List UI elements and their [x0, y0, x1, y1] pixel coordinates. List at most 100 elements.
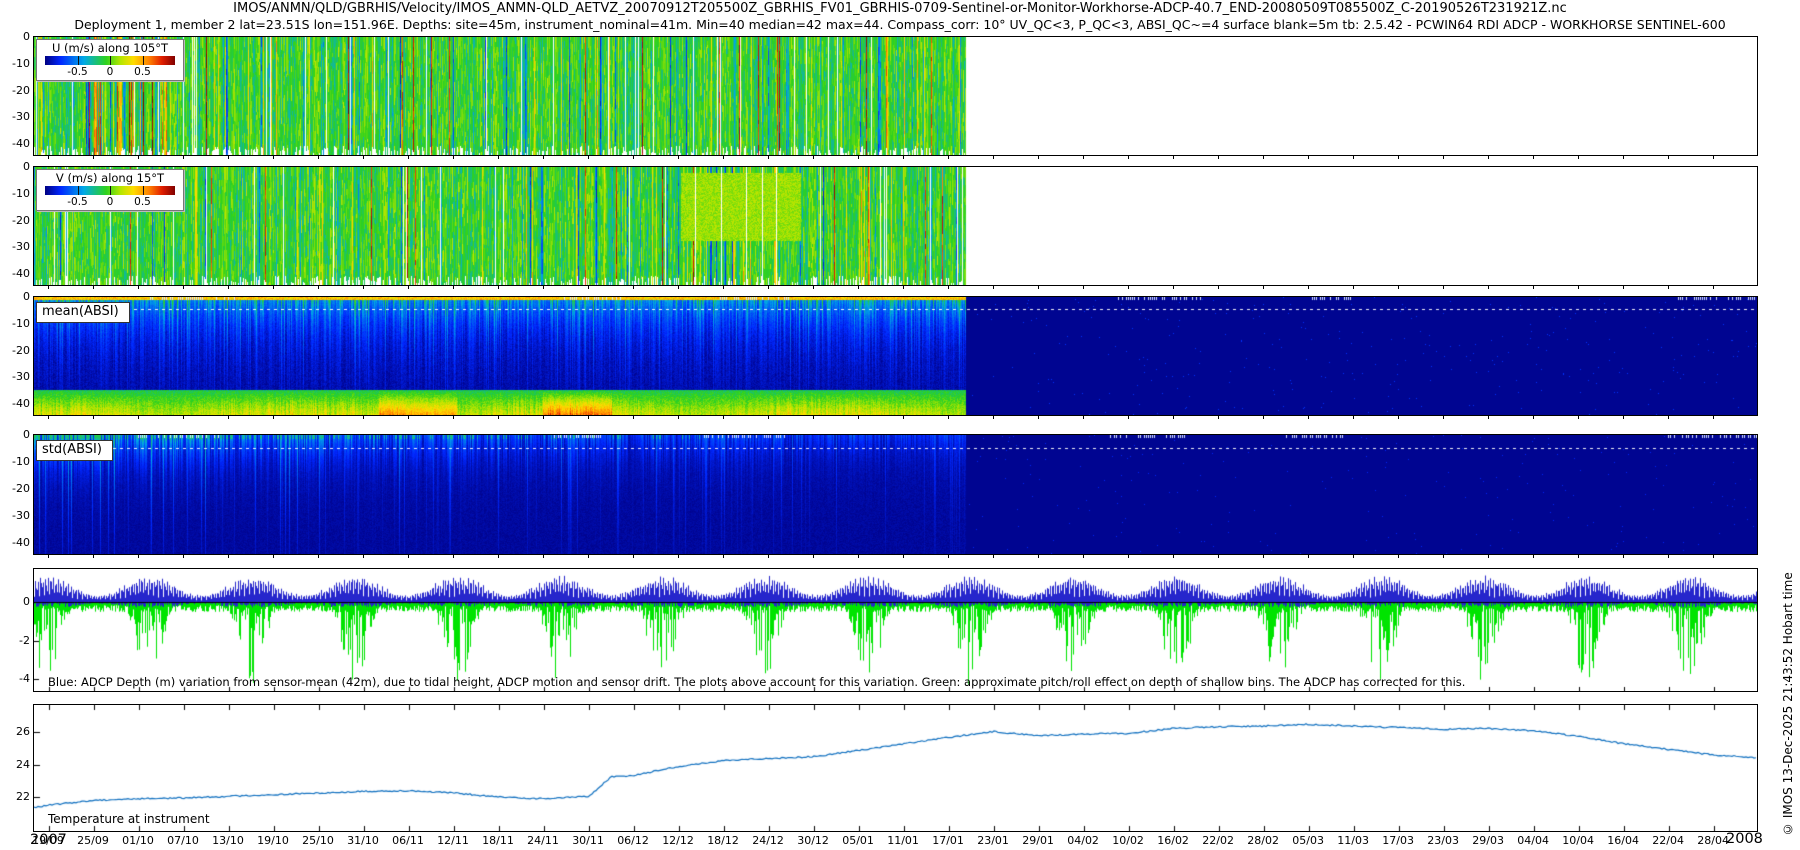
y-tick-label: -10	[0, 57, 30, 71]
colorbar-tick-label: -0.5	[67, 66, 88, 78]
u-colorbar-title: U (m/s) along 105°T	[40, 41, 180, 55]
y-tick-label: 24	[0, 758, 30, 772]
y-tick-label: -10	[0, 455, 30, 469]
colorbar-tick-mark	[143, 186, 144, 195]
colorbar-tick-mark	[78, 56, 79, 65]
x-tick-marks-strip	[34, 286, 1757, 289]
x-tick-date-label: 24/12	[745, 834, 791, 847]
x-tick-date-label: 05/03	[1285, 834, 1331, 847]
depth-variation-annotation: Blue: ADCP Depth (m) variation from sens…	[48, 675, 1465, 689]
y-tick-label: -20	[0, 482, 30, 496]
u-velocity-colorbar: U (m/s) along 105°T -0.5 0 0.5	[36, 39, 184, 81]
figure-title-filename: IMOS/ANMN/QLD/GBRHIS/Velocity/IMOS_ANMN-…	[0, 1, 1800, 16]
x-tick-date-label: 05/01	[835, 834, 881, 847]
panel-v-velocity: V (m/s) along 15°T -0.5 0 0.5	[33, 166, 1758, 286]
u-colorbar-tick-labels: -0.5 0 0.5	[45, 65, 175, 78]
figure-subtitle-deployment-info: Deployment 1, member 2 lat=23.51S lon=15…	[0, 17, 1800, 32]
x-tick-date-label: 06/12	[610, 834, 656, 847]
y-tick-label: -30	[0, 240, 30, 254]
temperature-line-canvas	[34, 705, 1757, 831]
colorbar-tick-mark	[110, 186, 111, 195]
colorbar-tick-mark	[143, 56, 144, 65]
y-tick-label: 0	[0, 428, 30, 442]
v-colorbar-title: V (m/s) along 15°T	[40, 171, 180, 185]
x-tick-marks-strip	[34, 416, 1757, 419]
panel-depth-variation: Blue: ADCP Depth (m) variation from sens…	[33, 568, 1758, 692]
x-tick-date-label: 23/03	[1420, 834, 1466, 847]
x-tick-date-label: 13/10	[205, 834, 251, 847]
y-tick-label: 22	[0, 790, 30, 804]
x-tick-date-label: 12/11	[430, 834, 476, 847]
y-tick-label: -40	[0, 397, 30, 411]
panel-std-absi: std(ABSI)	[33, 434, 1758, 555]
x-tick-date-label: 10/02	[1105, 834, 1151, 847]
panel-mean-absi: mean(ABSI)	[33, 296, 1758, 416]
y-tick-label: -30	[0, 370, 30, 384]
x-tick-date-label: 22/04	[1645, 834, 1691, 847]
x-axis-year-start: 2007	[30, 832, 67, 848]
x-tick-marks-strip	[34, 555, 1757, 558]
y-tick-label: -20	[0, 214, 30, 228]
y-tick-label: -30	[0, 110, 30, 124]
y-tick-label: 26	[0, 725, 30, 739]
x-tick-date-label: 17/03	[1375, 834, 1421, 847]
x-tick-marks-strip	[34, 156, 1757, 159]
x-tick-date-label: 29/01	[1015, 834, 1061, 847]
y-tick-label: -20	[0, 344, 30, 358]
x-tick-date-label: 25/10	[295, 834, 341, 847]
x-tick-date-label: 30/11	[565, 834, 611, 847]
colorbar-tick-label: 0	[107, 66, 114, 78]
mean-absi-heatmap-canvas	[34, 297, 1757, 415]
v-velocity-colorbar: V (m/s) along 15°T -0.5 0 0.5	[36, 169, 184, 211]
y-tick-label: -2	[0, 634, 30, 648]
y-tick-label: -4	[0, 672, 30, 686]
panel-u-velocity: U (m/s) along 105°T -0.5 0 0.5	[33, 36, 1758, 156]
x-tick-date-label: 06/11	[385, 834, 431, 847]
x-tick-date-label: 19/10	[250, 834, 296, 847]
x-tick-date-label: 22/02	[1195, 834, 1241, 847]
x-tick-date-label: 29/03	[1465, 834, 1511, 847]
y-tick-label: 0	[0, 160, 30, 174]
v-colorbar-tick-labels: -0.5 0 0.5	[45, 195, 175, 208]
x-tick-date-label: 28/02	[1240, 834, 1286, 847]
x-tick-date-label: 30/12	[790, 834, 836, 847]
x-tick-date-label: 18/12	[700, 834, 746, 847]
x-tick-date-label: 07/10	[160, 834, 206, 847]
y-tick-label: 0	[0, 30, 30, 44]
x-tick-date-label: 23/01	[970, 834, 1016, 847]
adcp-figure: IMOS/ANMN/QLD/GBRHIS/Velocity/IMOS_ANMN-…	[0, 0, 1800, 850]
x-tick-date-label: 04/04	[1510, 834, 1556, 847]
x-tick-date-label: 12/12	[655, 834, 701, 847]
x-tick-date-label: 17/01	[925, 834, 971, 847]
y-tick-label: 0	[0, 595, 30, 609]
y-tick-label: -10	[0, 187, 30, 201]
x-tick-date-label: 16/02	[1150, 834, 1196, 847]
panel-temperature: Temperature at instrument	[33, 704, 1758, 832]
y-tick-label: -20	[0, 84, 30, 98]
u-colorbar-gradient	[45, 56, 175, 65]
v-colorbar-gradient	[45, 186, 175, 195]
colorbar-tick-label: 0.5	[134, 66, 151, 78]
colorbar-tick-label: -0.5	[67, 196, 88, 208]
y-tick-label: 0	[0, 290, 30, 304]
mean-absi-label: mean(ABSI)	[36, 302, 130, 323]
colorbar-tick-mark	[110, 56, 111, 65]
x-tick-date-label: 18/11	[475, 834, 521, 847]
y-tick-label: -10	[0, 317, 30, 331]
v-velocity-heatmap-canvas	[34, 167, 1757, 285]
x-tick-date-label: 04/02	[1060, 834, 1106, 847]
y-tick-label: -40	[0, 267, 30, 281]
x-axis-year-end: 2008	[1726, 831, 1763, 847]
y-tick-label: -40	[0, 536, 30, 550]
x-tick-date-label: 25/09	[70, 834, 116, 847]
std-absi-label: std(ABSI)	[36, 440, 113, 461]
x-tick-date-label: 16/04	[1600, 834, 1646, 847]
temperature-series-label: Temperature at instrument	[48, 812, 210, 826]
colorbar-tick-label: 0.5	[134, 196, 151, 208]
x-tick-date-label: 10/04	[1555, 834, 1601, 847]
x-tick-date-label: 01/10	[115, 834, 161, 847]
x-tick-date-label: 11/03	[1330, 834, 1376, 847]
std-absi-heatmap-canvas	[34, 435, 1757, 554]
x-tick-date-label: 31/10	[340, 834, 386, 847]
x-tick-date-label: 11/01	[880, 834, 926, 847]
